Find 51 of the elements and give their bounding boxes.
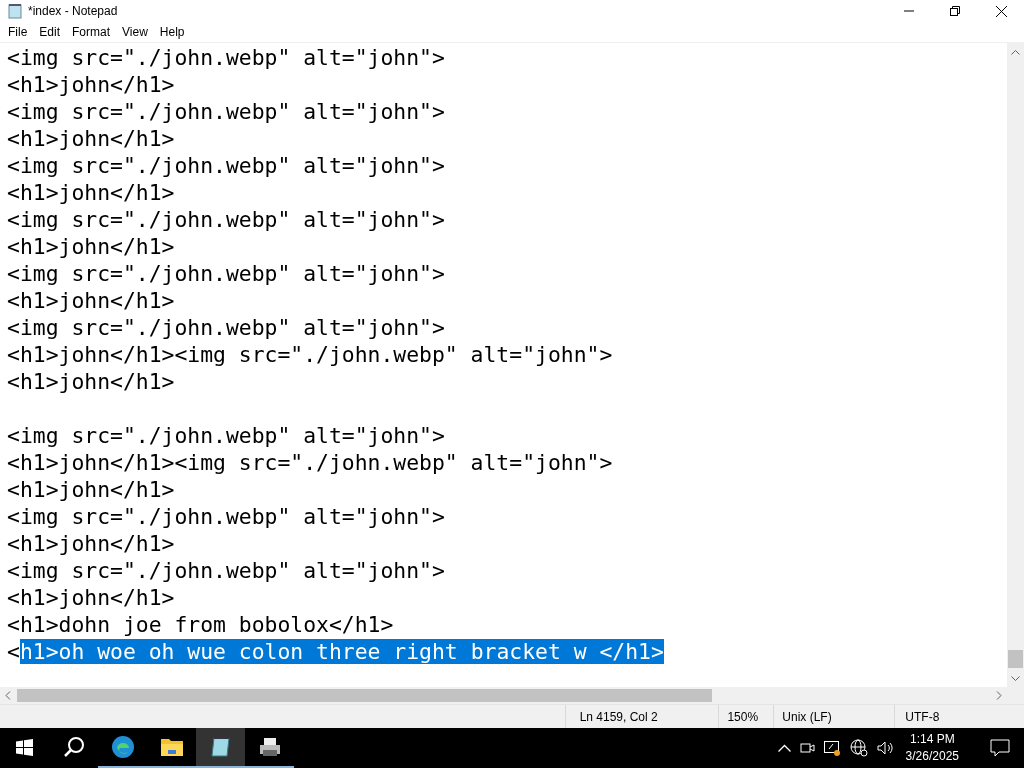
code-line: <img src="./john.webp" alt="john">	[7, 152, 446, 179]
menu-item[interactable]: File	[2, 25, 34, 39]
code-line: <h1>john</h1>	[7, 179, 176, 206]
scrollbar-thumb[interactable]	[17, 689, 712, 702]
code-line: <img src="./john.webp" alt="john">	[7, 98, 446, 125]
code-line: <img src="./john.webp" alt="john">	[7, 557, 446, 584]
chevron-up-icon	[777, 744, 791, 752]
code-line: <h1>john</h1>	[7, 530, 176, 557]
code-line: <img src="./john.webp" alt="john">	[7, 314, 446, 341]
notepad-icon	[208, 735, 233, 759]
menu-item[interactable]: View	[116, 25, 154, 39]
search-icon	[62, 736, 85, 758]
code-line: <img src="./john.webp" alt="john">	[7, 260, 446, 287]
speaker-icon	[876, 741, 893, 755]
browser-icon	[110, 735, 135, 759]
code-line: <img src="./john.webp" alt="john">	[7, 44, 446, 71]
clock-time[interactable]: 1:14 PM	[909, 731, 955, 748]
scroll-up-icon	[1011, 49, 1020, 55]
clock-date[interactable]: 3/26/2025	[905, 748, 959, 765]
camera-icon	[799, 740, 815, 756]
scroll-down-icon	[1011, 676, 1020, 682]
screen-warning-icon	[823, 740, 841, 756]
code-line: <h1>john</h1><img src="./john.webp" alt="john">	[7, 449, 614, 476]
code-line: <h1>dohn joe from bobolox</h1>	[7, 611, 395, 638]
printer-icon	[257, 736, 282, 758]
close-icon	[995, 5, 1007, 17]
scrollbar-thumb[interactable]	[1008, 650, 1023, 668]
folder-icon	[159, 737, 184, 757]
code-line: <h1>oh woe oh wue colon three right bracket w </h1>	[7, 638, 665, 665]
window-title: *index - Notepad	[28, 4, 119, 18]
restore-icon	[950, 6, 960, 16]
code-line: <h1>john</h1><img src="./john.webp" alt="john">	[7, 341, 614, 368]
windows-logo-icon	[16, 738, 33, 756]
speech-bubble-icon	[990, 739, 1010, 757]
menu-item[interactable]: Help	[153, 25, 191, 39]
menu-item[interactable]: Edit	[33, 25, 67, 39]
code-line: <h1>john</h1>	[7, 476, 176, 503]
code-line: <h1>john</h1>	[7, 287, 176, 314]
code-line: <h1>john</h1>	[7, 233, 176, 260]
code-line: <img src="./john.webp" alt="john">	[7, 206, 446, 233]
notepad-taskbar-icon[interactable]	[196, 728, 245, 768]
code-line: <h1>john</h1>	[7, 125, 176, 152]
vertical-scrollbar[interactable]	[1007, 43, 1024, 687]
code-line: <h1>john</h1>	[7, 71, 176, 98]
globe-icon	[849, 739, 868, 757]
code-line: <img src="./john.webp" alt="john">	[7, 422, 446, 449]
code-line: <h1>john</h1>	[7, 368, 176, 395]
code-line: <img src="./john.webp" alt="john">	[7, 503, 446, 530]
menu-item[interactable]: Format	[66, 25, 117, 39]
notepad-icon	[8, 3, 22, 19]
code-line: <h1>john</h1>	[7, 584, 176, 611]
